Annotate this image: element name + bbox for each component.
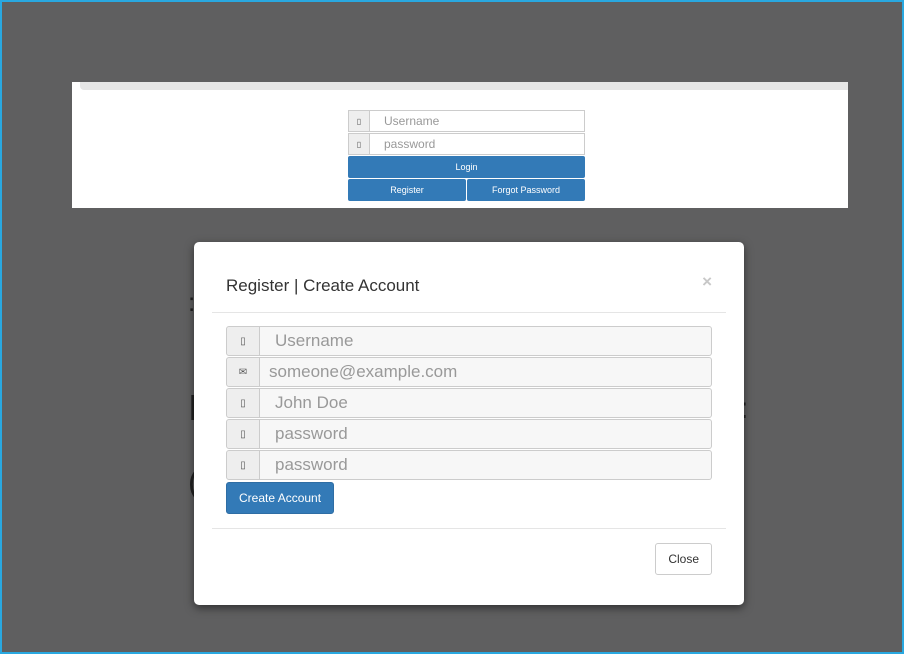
login-page: ▯ Username ▯ password Login Register For…: [72, 82, 848, 208]
confirm-password-row: ▯ password: [226, 450, 712, 480]
login-form: ▯ Username ▯ password Login Register For…: [348, 110, 585, 201]
email-row: ✉ someone@example.com: [226, 357, 712, 387]
modal-title: Register | Create Account: [226, 276, 420, 295]
login-button[interactable]: Login: [348, 156, 585, 178]
top-bar: [80, 82, 848, 90]
fullname-input[interactable]: John Doe: [260, 388, 712, 418]
confirm-password-input[interactable]: password: [260, 450, 712, 480]
login-password-row: ▯ password: [348, 133, 585, 155]
register-modal: Register | Create Account × ▯ Username ✉…: [194, 242, 744, 605]
close-button[interactable]: Close: [655, 543, 712, 575]
login-username-input[interactable]: Username: [370, 110, 585, 132]
forgot-password-button[interactable]: Forgot Password: [467, 179, 585, 201]
user-icon: ▯: [226, 388, 260, 418]
register-button[interactable]: Register: [348, 179, 466, 201]
lock-icon: ▯: [226, 419, 260, 449]
user-icon: ▯: [226, 326, 260, 356]
modal-footer: Close: [212, 528, 726, 575]
lock-icon: ▯: [348, 133, 370, 155]
envelope-icon: ✉: [226, 357, 260, 387]
modal-body: ▯ Username ✉ someone@example.com ▯ John …: [226, 326, 712, 514]
login-password-input[interactable]: password: [370, 133, 585, 155]
fullname-row: ▯ John Doe: [226, 388, 712, 418]
email-input[interactable]: someone@example.com: [260, 357, 712, 387]
lock-icon: ▯: [226, 450, 260, 480]
password-input[interactable]: password: [260, 419, 712, 449]
close-icon[interactable]: ×: [702, 272, 712, 292]
user-icon: ▯: [348, 110, 370, 132]
create-account-button[interactable]: Create Account: [226, 482, 335, 514]
login-username-row: ▯ Username: [348, 110, 585, 132]
username-input[interactable]: Username: [260, 326, 712, 356]
username-row: ▯ Username: [226, 326, 712, 356]
password-row: ▯ password: [226, 419, 712, 449]
modal-header: Register | Create Account ×: [212, 242, 726, 313]
login-secondary-buttons: Register Forgot Password: [348, 179, 585, 201]
browser-viewport: ▯ Username ▯ password Login Register For…: [0, 0, 904, 654]
